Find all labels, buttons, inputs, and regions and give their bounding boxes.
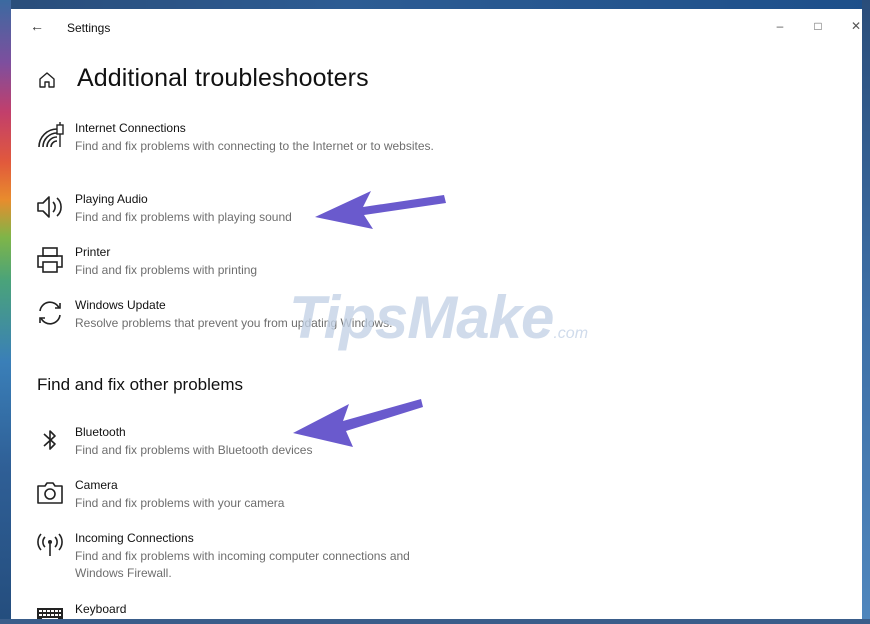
troubleshooter-description: Find and fix problems with printing [75,263,258,277]
troubleshooter-label: Incoming Connections [75,531,194,545]
troubleshooter-label: Printer [75,245,111,259]
troubleshooter-label: Windows Update [75,298,166,312]
troubleshooter-label: Internet Connections [75,121,186,135]
maximize-button[interactable]: □ [806,17,830,35]
troubleshooter-label: Playing Audio [75,192,148,206]
refresh-icon [39,301,61,325]
desktop-bottom-edge [0,619,870,624]
settings-window: ← Settings – □ ✕ Additional troubleshoot… [11,9,862,619]
minimize-button[interactable]: – [768,17,792,35]
watermark-logo: TipsMake.com [289,283,588,352]
internet-connections-icon [38,122,64,148]
annotation-arrow-bluetooth [293,399,423,447]
troubleshooter-description: Find and fix problems with connecting to… [75,139,434,153]
incoming-connections-icon [37,533,63,556]
troubleshooter-printer[interactable]: Printer Find and fix problems with print… [35,245,555,281]
troubleshooter-camera[interactable]: Camera Find and fix problems with your c… [35,478,555,514]
troubleshooter-description: Find and fix problems with your camera [75,496,285,510]
desktop-right-edge [862,0,870,624]
home-icon[interactable] [37,70,57,90]
troubleshooter-incoming-connections[interactable]: Incoming Connections Find and fix proble… [35,531,555,583]
keyboard-icon [37,608,63,619]
back-arrow-icon[interactable]: ← [27,17,47,35]
troubleshooter-internet-connections[interactable]: Internet Connections Find and fix proble… [35,121,555,173]
printer-icon [37,247,63,273]
section-title: Find and fix other problems [37,375,243,394]
desktop-top-edge [0,0,870,9]
troubleshooter-label: Keyboard [75,602,127,616]
app-title: Settings [67,21,111,35]
troubleshooter-label: Bluetooth [75,425,126,439]
watermark-text: TipsMake [289,284,554,351]
camera-icon [37,482,63,504]
title-bar: ← Settings – □ ✕ [11,9,862,45]
watermark-suffix: .com [553,325,589,342]
troubleshooter-playing-audio[interactable]: Playing Audio Find and fix problems with… [35,192,555,228]
desktop-wallpaper-edge [0,0,11,624]
close-button[interactable]: ✕ [844,17,862,35]
troubleshooter-keyboard[interactable]: Keyboard [35,602,555,619]
troubleshooter-description: Find and fix problems with incoming comp… [75,549,410,580]
page-title: Additional troubleshooters [77,64,369,92]
troubleshooter-label: Camera [75,478,118,492]
annotation-arrow-audio [315,191,446,229]
bluetooth-icon [43,430,56,450]
speaker-icon [37,196,62,218]
